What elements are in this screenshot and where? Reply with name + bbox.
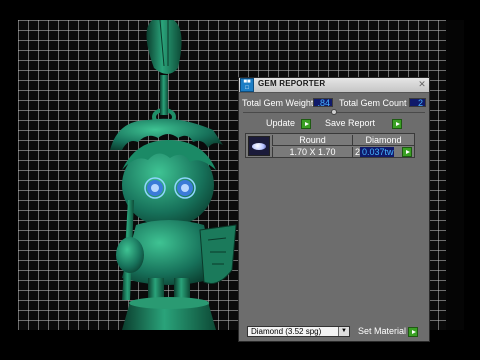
table-cell-size: 1.70 X 1.70 <box>272 147 352 157</box>
update-label: Update <box>266 118 296 128</box>
total-gem-count-value: 2 <box>409 98 426 108</box>
total-gem-weight-label: Total Gem Weight <box>242 98 314 108</box>
gem-reporter-panel: ■■ □ GEM REPORTER ✕ Total Gem Weight .84 … <box>238 77 430 342</box>
row-go-button[interactable] <box>402 147 412 157</box>
total-gem-weight-value: .84 <box>313 98 333 108</box>
panel-titlebar[interactable]: ■■ □ GEM REPORTER ✕ <box>239 78 429 93</box>
table-header-material: Diamond <box>352 135 414 145</box>
update-button[interactable] <box>301 119 311 129</box>
total-gem-count-label: Total Gem Count <box>339 98 407 108</box>
round-diamond-icon[interactable] <box>248 136 270 156</box>
gem-reporter-icon: ■■ □ <box>240 78 254 92</box>
set-material-label: Set Material <box>358 326 407 336</box>
material-select[interactable]: Diamond (3.52 spg) ▼ <box>247 326 350 337</box>
divider-handle[interactable] <box>331 109 337 115</box>
set-material-button[interactable] <box>408 327 418 337</box>
table-divider <box>272 145 414 146</box>
close-icon[interactable]: ✕ <box>417 80 427 90</box>
table-header-shape: Round <box>272 135 352 145</box>
save-report-button[interactable] <box>392 119 402 129</box>
save-report-label: Save Report <box>325 118 376 128</box>
gem-table: Round Diamond 1.70 X 1.70 2 0.037tw <box>245 133 415 158</box>
panel-title: GEM REPORTER <box>258 79 326 88</box>
chevron-down-icon[interactable]: ▼ <box>338 327 349 336</box>
table-cell-weight: 0.037tw <box>360 147 394 157</box>
material-select-value: Diamond (3.52 spg) <box>251 327 322 336</box>
